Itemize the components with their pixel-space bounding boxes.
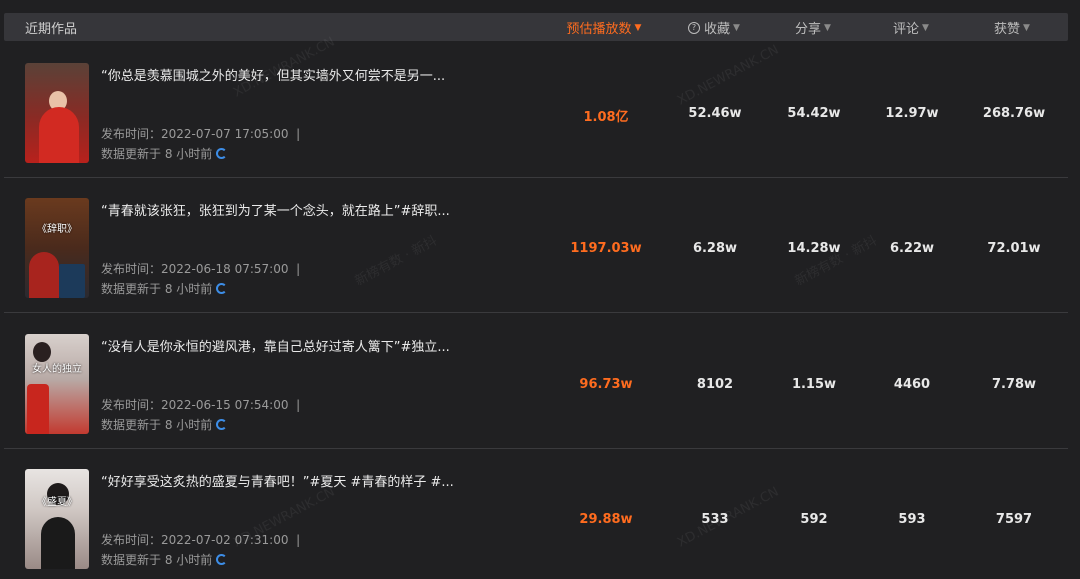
play-count: 1.08亿: [583, 110, 629, 125]
video-thumbnail[interactable]: 《盛夏》: [25, 469, 89, 569]
column-label-likes: 获赞: [994, 22, 1021, 37]
column-label-plays: 预估播放数: [566, 22, 632, 37]
sort-by-comments[interactable]: 评论 ▼: [893, 18, 929, 37]
update-status: 数据更新于 8 小时前: [101, 280, 228, 297]
table-row[interactable]: 《辞职》 “青春就该张狂，张狂到为了某一个念头，就在路上”#辞职... 发布时间…: [4, 198, 1068, 334]
video-title[interactable]: “青春就该张狂，张狂到为了某一个念头，就在路上”#辞职...: [101, 200, 450, 219]
share-count: 14.28w: [787, 241, 841, 256]
publish-time: 发布时间：2022-07-02 07:31:00 |: [101, 533, 301, 547]
favorite-count: 52.46w: [688, 106, 742, 121]
caret-down-icon: ▼: [634, 22, 642, 33]
comment-count: 6.22w: [889, 241, 935, 256]
play-count: 29.88w: [579, 512, 633, 527]
sort-by-favorites[interactable]: ? 收藏 ▼: [688, 18, 740, 37]
caret-down-icon: ▼: [1023, 22, 1030, 33]
row-divider: [4, 312, 1068, 313]
table-row[interactable]: “你总是羡慕围城之外的美好，但其实墙外又何尝不是另一... 发布时间：2022-…: [4, 63, 1068, 199]
refresh-icon[interactable]: [216, 554, 228, 565]
column-label-shares: 分享: [795, 22, 822, 37]
thumbnail-caption: 《辞职》: [37, 224, 77, 235]
sort-by-likes[interactable]: 获赞 ▼: [994, 18, 1030, 37]
share-count: 1.15w: [791, 377, 837, 392]
refresh-icon[interactable]: [216, 283, 228, 294]
update-status: 数据更新于 8 小时前: [101, 145, 228, 162]
update-status: 数据更新于 8 小时前: [101, 551, 228, 568]
share-count: 592: [800, 512, 828, 527]
like-count: 7597: [995, 512, 1033, 527]
recent-works-panel: 近期作品 预估播放数 ▼ ? 收藏 ▼ 分享 ▼ 评论 ▼ 获赞 ▼ “你总是羡…: [0, 0, 1080, 579]
like-count: 72.01w: [987, 241, 1041, 256]
publish-time: 发布时间：2022-06-18 07:57:00 |: [101, 262, 301, 276]
video-title[interactable]: “没有人是你永恒的避风港，靠自己总好过寄人篱下”#独立...: [101, 336, 450, 355]
comment-count: 4460: [893, 377, 931, 392]
update-status: 数据更新于 8 小时前: [101, 416, 228, 433]
like-count: 7.78w: [991, 377, 1037, 392]
question-circle-icon[interactable]: ?: [688, 21, 701, 34]
comment-count: 593: [898, 512, 926, 527]
row-divider: [4, 448, 1068, 449]
caret-down-icon: ▼: [922, 22, 929, 33]
publish-time: 发布时间：2022-07-07 17:05:00 |: [101, 127, 301, 141]
publish-time: 发布时间：2022-06-15 07:54:00 |: [101, 398, 301, 412]
refresh-icon[interactable]: [216, 148, 228, 159]
play-count: 1197.03w: [570, 241, 642, 256]
table-header: 近期作品 预估播放数 ▼ ? 收藏 ▼ 分享 ▼ 评论 ▼ 获赞 ▼: [4, 13, 1068, 41]
thumbnail-caption: 《盛夏》: [37, 497, 77, 508]
like-count: 268.76w: [982, 106, 1046, 121]
favorite-count: 8102: [696, 377, 734, 392]
video-title[interactable]: “好好享受这炙热的盛夏与青春吧！”#夏天 #青春的样子 #...: [101, 471, 454, 490]
video-thumbnail[interactable]: [25, 63, 89, 163]
column-label-comments: 评论: [893, 22, 920, 37]
refresh-icon[interactable]: [216, 419, 228, 430]
video-thumbnail[interactable]: 女人的独立: [25, 334, 89, 434]
favorite-count: 6.28w: [692, 241, 738, 256]
sort-by-plays[interactable]: 预估播放数 ▼: [567, 18, 642, 37]
sort-by-shares[interactable]: 分享 ▼: [795, 18, 831, 37]
row-divider: [4, 177, 1068, 178]
share-count: 54.42w: [787, 106, 841, 121]
caret-down-icon: ▼: [733, 22, 740, 33]
table-row[interactable]: 女人的独立 “没有人是你永恒的避风港，靠自己总好过寄人篱下”#独立... 发布时…: [4, 334, 1068, 470]
play-count: 96.73w: [579, 377, 633, 392]
comment-count: 12.97w: [885, 106, 939, 121]
section-title: 近期作品: [25, 22, 78, 37]
video-title[interactable]: “你总是羡慕围城之外的美好，但其实墙外又何尝不是另一...: [101, 65, 445, 84]
video-thumbnail[interactable]: 《辞职》: [25, 198, 89, 298]
thumbnail-caption: 女人的独立: [32, 364, 82, 375]
caret-down-icon: ▼: [824, 22, 831, 33]
table-row[interactable]: 《盛夏》 “好好享受这炙热的盛夏与青春吧！”#夏天 #青春的样子 #... 发布…: [4, 469, 1068, 579]
column-label-favorites: 收藏: [704, 22, 731, 37]
favorite-count: 533: [701, 512, 729, 527]
